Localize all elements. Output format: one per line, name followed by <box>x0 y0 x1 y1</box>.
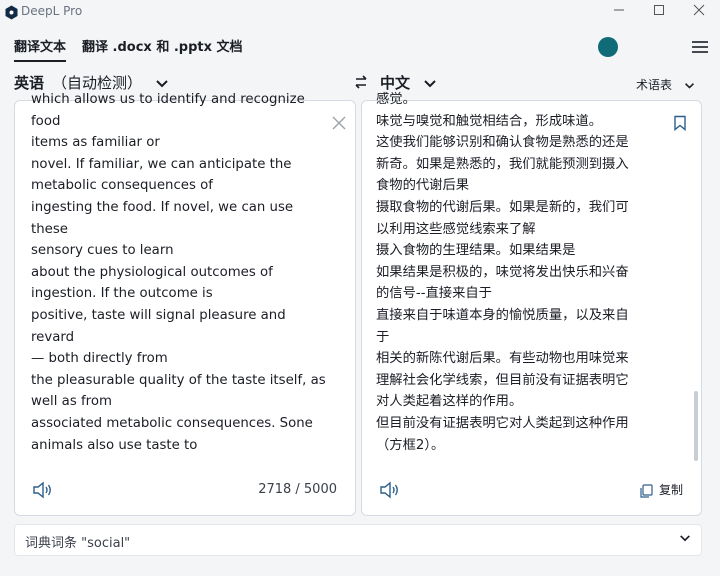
target-text-line: 理解社会化学线索，但目前没有证据表明它 <box>376 372 629 388</box>
active-tab-indicator <box>14 60 66 62</box>
target-text-line: 对人类起着这样的作用。 <box>376 394 523 410</box>
source-text-line: animals also use taste to <box>31 437 198 453</box>
source-text-line: well as from <box>31 394 112 410</box>
maximize-icon <box>654 5 664 15</box>
source-text-line: the pleasurable quality of the taste its… <box>31 372 326 388</box>
chevron-down-icon <box>684 82 694 89</box>
source-text-line: understand social chemical cues, but the… <box>31 456 327 459</box>
source-text-line: which allows us to identify and recogniz… <box>31 92 305 129</box>
character-count: 2718 / 5000 <box>258 482 337 497</box>
close-icon <box>693 4 705 16</box>
source-text-line: ingesting the food. If novel, we can use… <box>31 199 294 237</box>
source-text-area[interactable]: which allows us to identify and recogniz… <box>31 89 327 459</box>
speaker-icon[interactable] <box>31 479 55 501</box>
avatar[interactable] <box>598 37 618 57</box>
copy-button[interactable]: 复制 <box>639 481 683 498</box>
target-text-line: 味觉与嗅觉和触觉相结合，形成味道。 <box>376 113 603 129</box>
minimize-button[interactable] <box>608 2 630 22</box>
target-text-line: 但目前没有证据表明它对人类起到这种作用 <box>376 415 629 431</box>
scrollbar[interactable] <box>694 391 698 461</box>
source-text-line: items as familiar or <box>31 135 160 151</box>
source-text-line: associated metabolic consequences. Sone <box>31 415 313 431</box>
source-text-line: novel. If familiar, we can anticipate th… <box>31 156 292 172</box>
window-title: DeepL Pro <box>21 4 83 18</box>
target-text-line: 感觉。 <box>376 92 416 107</box>
target-text-line: 直接来自于味道本身的愉悦质量，以及来自 <box>376 307 629 323</box>
title-bar: DeepL Pro <box>0 0 720 26</box>
target-text-line: （方框2）。 <box>376 437 445 453</box>
swap-languages-icon[interactable] <box>353 74 369 90</box>
target-text-line: 以利用这些感觉线索来了解 <box>376 221 536 237</box>
speaker-icon[interactable] <box>378 479 402 501</box>
minimize-icon <box>614 9 624 11</box>
copy-icon <box>640 483 653 498</box>
bookmark-icon[interactable] <box>673 115 687 131</box>
target-text-line: 摄入食物的生理结果。如果结果是 <box>376 243 576 259</box>
source-text-line: positive, taste will signal pleasure and… <box>31 307 286 345</box>
hamburger-menu-icon[interactable] <box>692 40 708 54</box>
chevron-down-icon <box>680 535 690 542</box>
source-text-line: about the physiological outcomes of <box>31 264 273 280</box>
clear-text-icon[interactable] <box>331 115 347 131</box>
tab-translate-documents[interactable]: 翻译 .docx 和 .pptx 文档 <box>82 36 243 55</box>
chevron-down-icon <box>156 79 168 87</box>
target-text-line: 新奇。如果是熟悉的，我们就能预测到摄入 <box>376 156 629 172</box>
target-text-line: 这使我们能够识别和确认食物是熟悉的还是 <box>376 135 629 151</box>
close-window-button[interactable] <box>688 2 710 22</box>
target-text-line: 的信号--直接来自于 <box>376 286 492 302</box>
deepl-logo-icon <box>5 5 18 20</box>
chevron-down-icon <box>424 79 436 87</box>
maximize-button[interactable] <box>648 2 670 22</box>
source-text-line: ingestion. If the outcome is <box>31 286 213 302</box>
source-text-line: sensory cues to learn <box>31 243 174 259</box>
dictionary-entry-label: 词典词条 "social" <box>25 536 131 551</box>
source-text-panel: which allows us to identify and recogniz… <box>14 92 356 516</box>
target-text-area[interactable]: 感觉。味觉与嗅觉和触觉相结合，形成味道。这使我们能够识别和确认食物是熟悉的还是新… <box>376 89 656 459</box>
tab-translate-text[interactable]: 翻译文本 <box>14 36 66 55</box>
source-text-line: metabolic consequences of <box>31 178 213 194</box>
target-text-line: 如果结果是积极的，味觉将发出快乐和兴奋 <box>376 264 629 280</box>
copy-label: 复制 <box>658 483 683 497</box>
dictionary-bar[interactable]: 词典词条 "social" <box>14 524 702 556</box>
target-text-line: 摄取食物的代谢后果。如果是新的，我们可 <box>376 199 629 215</box>
target-text-panel: 感觉。味觉与嗅觉和触觉相结合，形成味道。这使我们能够识别和确认食物是熟悉的还是新… <box>361 92 702 516</box>
target-text-line: 相关的新陈代谢后果。有些动物也用味觉来 <box>376 351 629 367</box>
source-text-line: — both directly from <box>31 351 168 367</box>
target-text-line: 于 <box>376 329 390 345</box>
target-text-line: 食物的代谢后果 <box>376 178 470 194</box>
